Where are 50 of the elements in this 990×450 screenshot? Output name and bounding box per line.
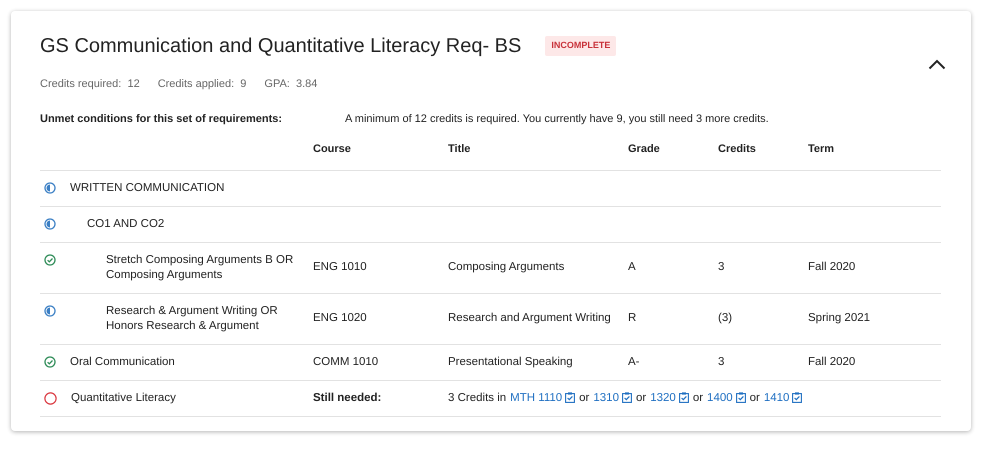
term-cell: Fall 2020	[808, 260, 856, 275]
term-cell: Fall 2020	[808, 354, 856, 370]
or-text: or	[636, 390, 646, 406]
course-cell-text: ENG 1010	[313, 260, 368, 275]
still-needed-text: 3 Credits in	[448, 390, 506, 406]
column-header: Credits	[718, 142, 757, 157]
column-header: Title	[448, 142, 472, 157]
clipboard-check-icon[interactable]	[622, 392, 632, 402]
requirement-name: Research & Argument Writing OR Honors Research & Argument	[105, 304, 279, 334]
course-link[interactable]: 1320	[650, 390, 676, 406]
card-title: GS Communication and Quantitative Literacy Req- BS	[40, 34, 522, 59]
course-link[interactable]: 1310	[593, 390, 619, 406]
course-link[interactable]: 1410	[764, 390, 790, 406]
status-badge: INCOMPLETE	[545, 36, 616, 56]
clipboard-check-icon[interactable]	[736, 392, 746, 402]
chevron-icon	[928, 59, 946, 70]
clipboard-check-icon[interactable]	[678, 392, 689, 402]
unmet-message: A minimum of 12 credits is required. You currently have 9, you still need 3 more credits.	[345, 112, 769, 126]
grade-cell-text: A	[628, 260, 637, 275]
course-cell-text: ENG 1020	[313, 311, 368, 326]
stat-text: Credits applied: 9	[158, 77, 246, 92]
course-link[interactable]: 1400	[707, 390, 733, 406]
title-cell-text: Presentational Speaking	[448, 354, 574, 370]
requirement-name: CO1 AND CO2	[86, 216, 166, 232]
column-header: Grade	[628, 142, 661, 157]
or-text: or	[579, 390, 590, 406]
requirement-name: Oral Communication	[69, 354, 176, 370]
unmet-label: Unmet conditions for this set of requirements:	[40, 112, 284, 126]
course-cell-text: COMM 1010	[313, 354, 380, 370]
clipboard-check-icon[interactable]	[792, 392, 802, 402]
credits-cell-text: 3	[718, 354, 726, 370]
grade-cell-text: A-	[628, 354, 640, 370]
requirement-name: WRITTEN COMMUNICATION	[69, 180, 226, 196]
course-link[interactable]: MTH 1110	[510, 390, 562, 406]
requirement-name: Stretch Composing Arguments B OR Composing Arguments	[105, 252, 294, 282]
or-text: or	[692, 390, 704, 406]
title-cell-text: Composing Arguments	[448, 260, 566, 275]
credits-cell-text: 3	[718, 260, 726, 275]
term-cell: Spring 2021	[808, 311, 870, 326]
title-cell-text: Research and Argument Writing	[448, 311, 612, 326]
credits-cell-text: (3)	[718, 311, 734, 326]
still-needed-label: Still needed:	[313, 390, 382, 406]
or-text: or	[750, 390, 760, 406]
stat-text: Credits required: 12	[40, 77, 140, 92]
clipboard-check-icon[interactable]	[565, 392, 576, 402]
column-header: Term	[808, 142, 836, 157]
stat-text: GPA: 3.84	[264, 77, 318, 92]
requirement-name: Quantitative Literacy	[70, 390, 177, 406]
column-header: Course	[313, 142, 352, 157]
grade-cell-text: R	[628, 311, 638, 326]
